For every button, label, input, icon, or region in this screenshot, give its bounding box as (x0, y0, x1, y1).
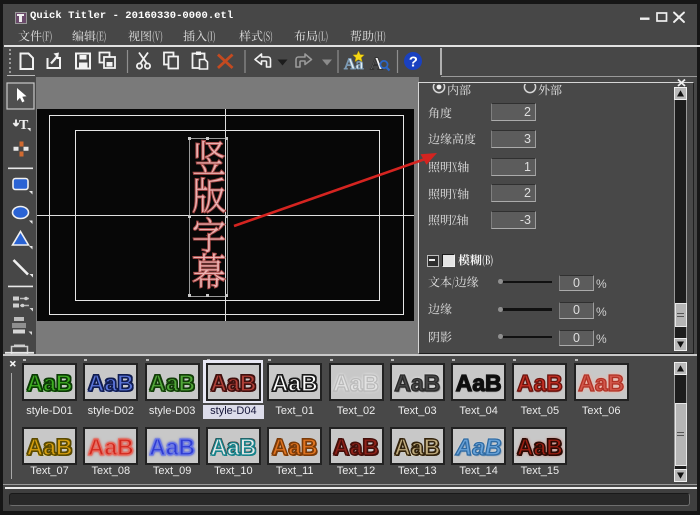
svg-text:T: T (19, 118, 29, 133)
svg-text:?: ? (409, 53, 418, 70)
